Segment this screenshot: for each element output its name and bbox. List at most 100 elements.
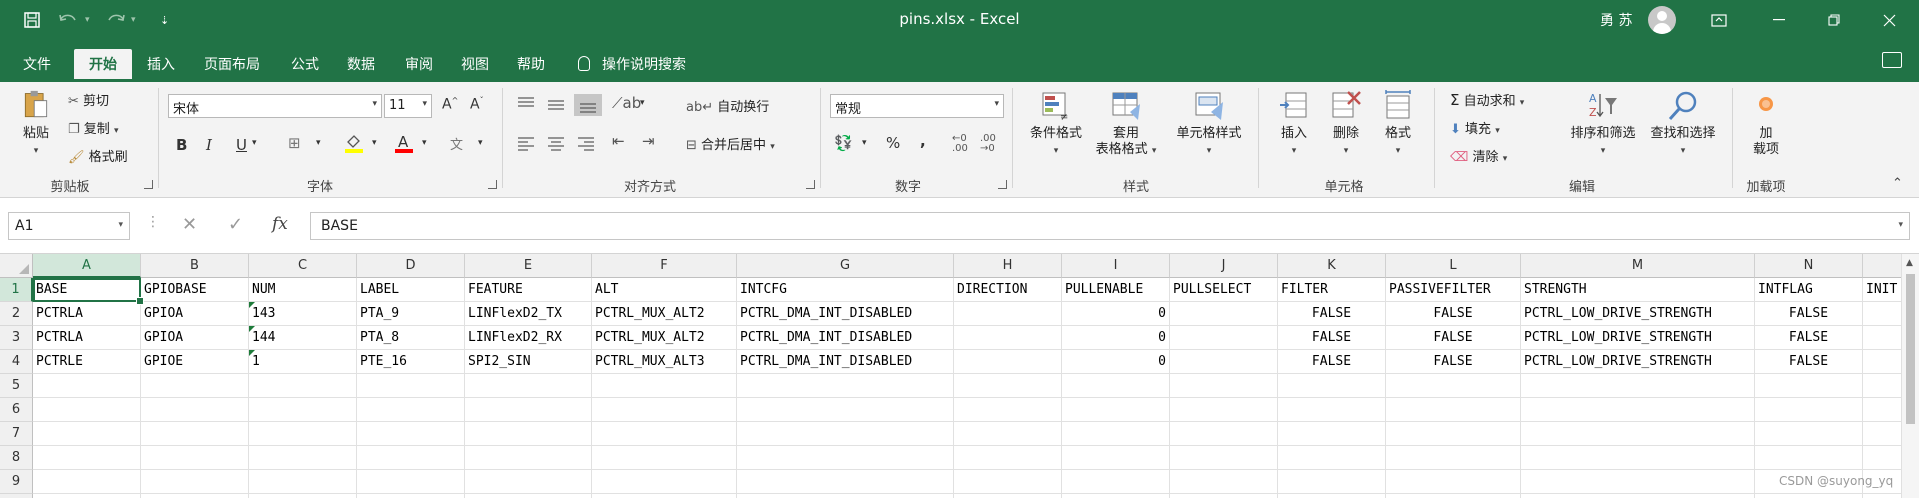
tab-formulas[interactable]: 公式: [280, 49, 330, 82]
table-cell[interactable]: [1521, 398, 1755, 422]
row-header-7[interactable]: 7: [0, 422, 33, 446]
tab-review[interactable]: 审阅: [394, 49, 444, 82]
borders-icon[interactable]: ⊞: [288, 134, 301, 152]
table-cell[interactable]: FALSE: [1386, 302, 1521, 326]
table-cell[interactable]: [1521, 422, 1755, 446]
table-cell[interactable]: [737, 422, 954, 446]
paste-button[interactable]: 粘贴 ▾: [14, 90, 58, 159]
copy-button[interactable]: ❐ 复制 ▾: [68, 118, 118, 137]
table-cell[interactable]: [1386, 446, 1521, 470]
tab-view[interactable]: 视图: [450, 49, 500, 82]
row-header-1[interactable]: 1: [0, 278, 33, 302]
table-cell[interactable]: [1386, 374, 1521, 398]
header-cell[interactable]: FEATURE: [465, 278, 592, 302]
restore-icon[interactable]: [1811, 0, 1857, 40]
table-cell[interactable]: 0: [1062, 350, 1170, 374]
table-cell[interactable]: FALSE: [1386, 326, 1521, 350]
table-cell[interactable]: [357, 494, 465, 498]
table-cell[interactable]: [1170, 494, 1278, 498]
font-size-select[interactable]: 11 ▾: [384, 94, 432, 118]
table-cell[interactable]: PCTRL_DMA_INT_DISABLED: [737, 350, 954, 374]
avatar[interactable]: [1648, 6, 1676, 34]
orientation-icon[interactable]: ⟋ab: [612, 94, 641, 112]
table-cell[interactable]: 144: [249, 326, 357, 350]
table-cell[interactable]: [33, 374, 141, 398]
font-name-select[interactable]: 宋体 ▾: [168, 94, 382, 118]
cancel-icon[interactable]: ✕: [182, 214, 197, 235]
table-cell[interactable]: [141, 470, 249, 494]
row-header-8[interactable]: 8: [0, 446, 33, 470]
format-as-table-button[interactable]: 套用 表格格式 ▾: [1090, 90, 1162, 159]
table-cell[interactable]: PCTRL_MUX_ALT2: [592, 326, 737, 350]
table-cell[interactable]: [33, 446, 141, 470]
find-select-button[interactable]: 查找和选择 ▾: [1644, 90, 1722, 159]
percent-button[interactable]: %: [886, 134, 900, 152]
table-cell[interactable]: [249, 470, 357, 494]
accounting-dropdown-icon[interactable]: ▾: [862, 138, 867, 148]
table-cell[interactable]: PTE_16: [357, 350, 465, 374]
number-launcher-icon[interactable]: [998, 180, 1007, 189]
scroll-up-icon[interactable]: ▲: [1906, 258, 1913, 268]
table-cell[interactable]: [592, 398, 737, 422]
header-cell[interactable]: PASSIVEFILTER: [1386, 278, 1521, 302]
table-cell[interactable]: [465, 494, 592, 498]
phonetic-dropdown-icon[interactable]: ▾: [478, 138, 483, 148]
column-header-f[interactable]: F: [592, 254, 737, 278]
header-cell[interactable]: STRENGTH: [1521, 278, 1755, 302]
table-cell[interactable]: [1755, 374, 1863, 398]
table-cell[interactable]: [249, 446, 357, 470]
table-cell[interactable]: [1062, 422, 1170, 446]
table-cell[interactable]: [954, 422, 1062, 446]
table-cell[interactable]: [592, 446, 737, 470]
header-cell[interactable]: PULLSELECT: [1170, 278, 1278, 302]
table-cell[interactable]: PCTRL_LOW_DRIVE_STRENGTH: [1521, 350, 1755, 374]
conditional-formatting-button[interactable]: ≠ 条件格式 ▾: [1024, 90, 1088, 159]
table-cell[interactable]: PTA_9: [357, 302, 465, 326]
table-cell[interactable]: [1170, 302, 1278, 326]
shrink-font-button[interactable]: Aˇ: [470, 96, 484, 113]
enter-icon[interactable]: ✓: [228, 214, 243, 235]
table-cell[interactable]: PCTRL_LOW_DRIVE_STRENGTH: [1521, 302, 1755, 326]
user-name[interactable]: 勇 苏: [1600, 10, 1632, 30]
table-cell[interactable]: [357, 374, 465, 398]
tab-file[interactable]: 文件: [8, 49, 66, 82]
formula-input[interactable]: BASE ▾: [310, 212, 1910, 240]
redo-dropdown-icon[interactable]: ▾: [131, 0, 136, 40]
save-icon[interactable]: [24, 0, 40, 40]
tell-me-search[interactable]: 操作说明搜索: [578, 54, 686, 74]
table-cell[interactable]: 143: [249, 302, 357, 326]
name-box[interactable]: A1 ▾: [8, 212, 130, 240]
table-cell[interactable]: [141, 374, 249, 398]
table-cell[interactable]: 0: [1062, 302, 1170, 326]
bold-button[interactable]: B: [176, 136, 187, 154]
table-cell[interactable]: [465, 470, 592, 494]
table-cell[interactable]: [249, 494, 357, 498]
table-cell[interactable]: [1278, 398, 1386, 422]
table-cell[interactable]: [954, 398, 1062, 422]
table-cell[interactable]: [1062, 446, 1170, 470]
horizontal-align-icons[interactable]: [516, 134, 616, 154]
grow-font-button[interactable]: A^: [442, 96, 458, 113]
table-cell[interactable]: FALSE: [1386, 350, 1521, 374]
underline-button[interactable]: U: [236, 136, 247, 154]
delete-cells-button[interactable]: 删除 ▾: [1320, 90, 1372, 159]
clear-button[interactable]: ⌫ 清除 ▾: [1450, 146, 1507, 165]
table-cell[interactable]: [1278, 494, 1386, 498]
column-header-e[interactable]: E: [465, 254, 592, 278]
table-cell[interactable]: [1278, 470, 1386, 494]
vertical-align-icons[interactable]: [516, 94, 616, 116]
row-header-9[interactable]: 9: [0, 470, 33, 494]
insert-cells-button[interactable]: 插入 ▾: [1268, 90, 1320, 159]
ribbon-display-icon[interactable]: [1696, 0, 1742, 40]
header-cell[interactable]: NUM: [249, 278, 357, 302]
header-cell[interactable]: ALT: [592, 278, 737, 302]
decrease-decimal-icon[interactable]: .00 →0: [980, 134, 996, 154]
table-cell[interactable]: [33, 470, 141, 494]
header-cell[interactable]: INTCFG: [737, 278, 954, 302]
table-cell[interactable]: PCTRL_DMA_INT_DISABLED: [737, 326, 954, 350]
select-all-corner[interactable]: [0, 254, 33, 278]
table-cell[interactable]: [1170, 326, 1278, 350]
table-cell[interactable]: PCTRL_MUX_ALT2: [592, 302, 737, 326]
tab-data[interactable]: 数据: [336, 49, 386, 82]
table-cell[interactable]: [357, 422, 465, 446]
